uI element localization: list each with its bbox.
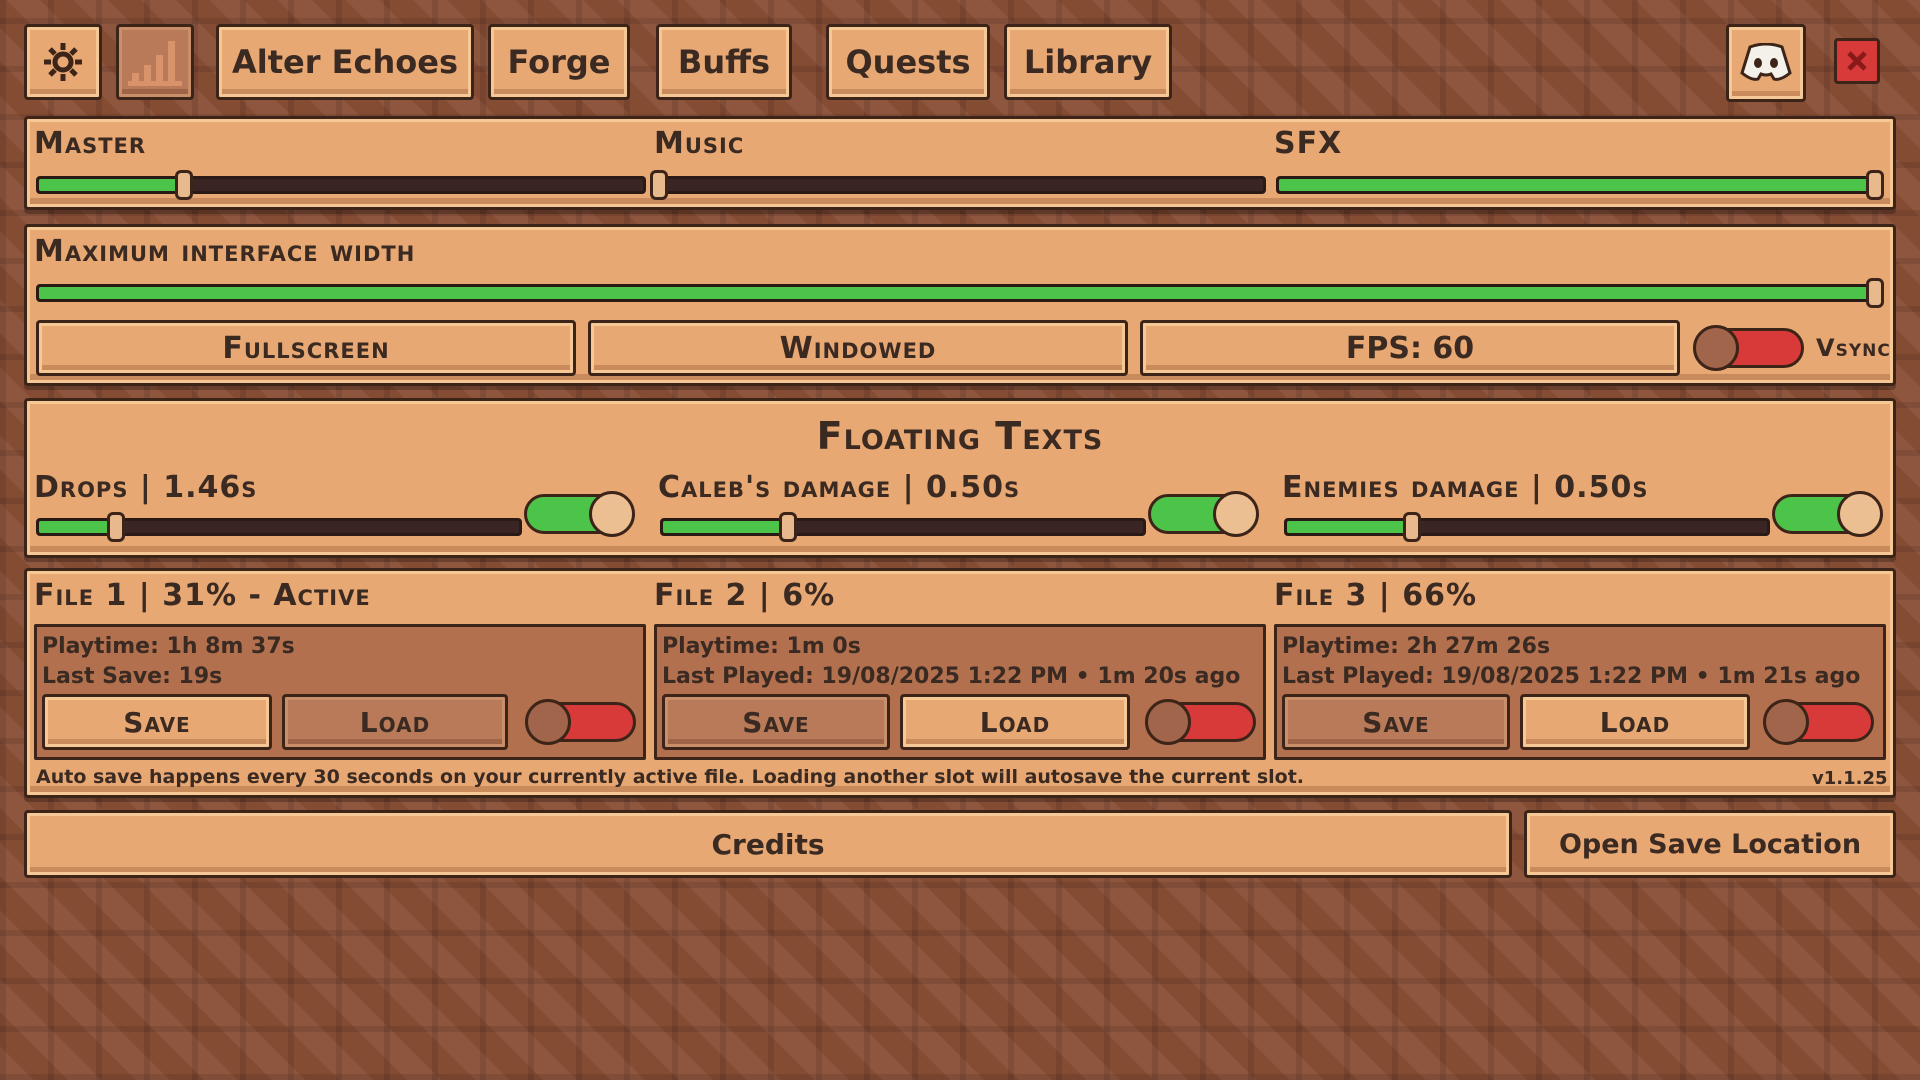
tab-library-label: Library [1023, 43, 1153, 81]
open-save-location-button[interactable]: Open Save Location [1524, 810, 1896, 878]
sfx-knob[interactable] [1866, 170, 1884, 200]
enemies-damage-label: Enemies damage | 0.50s [1282, 470, 1649, 505]
file-3-save-button[interactable]: Save [1282, 694, 1510, 750]
interface-width-knob[interactable] [1866, 278, 1884, 308]
file-2-load-button[interactable]: Load [900, 694, 1130, 750]
version-label: v1.1.25 [1812, 768, 1888, 789]
sfx-slider[interactable] [1276, 170, 1884, 200]
tab-forge[interactable]: Forge [488, 24, 630, 100]
caleb-damage-label: Caleb's damage | 0.50s [658, 470, 1021, 505]
file-1-playtime: Playtime: 1h 8m 37s [42, 634, 295, 659]
file-3-last-played: Last Played: 19/08/2025 1:22 PM • 1m 21s… [1282, 664, 1861, 689]
settings-button[interactable] [24, 24, 102, 100]
file-2-title: File 2 | 6% [654, 578, 836, 613]
file-3-title: File 3 | 66% [1274, 578, 1478, 613]
file-3-load-button[interactable]: Load [1520, 694, 1750, 750]
music-label: Music [654, 126, 745, 161]
file-2-toggle[interactable] [1145, 699, 1256, 745]
music-knob[interactable] [650, 170, 668, 200]
master-slider[interactable] [36, 170, 646, 200]
file-1-last-save: Last Save: 19s [42, 664, 223, 689]
caleb-damage-slider[interactable] [660, 512, 1146, 542]
caleb-damage-knob[interactable] [778, 512, 797, 542]
enemies-damage-fill [1287, 521, 1412, 533]
enemies-damage-toggle[interactable] [1772, 491, 1883, 537]
fps-button[interactable]: FPS: 60 [1140, 320, 1680, 376]
tab-library[interactable]: Library [1004, 24, 1172, 100]
floating-texts-title: Floating Texts [816, 414, 1104, 458]
caleb-damage-toggle-knob [1213, 491, 1259, 537]
file-2-playtime: Playtime: 1m 0s [662, 634, 861, 659]
file-1-save-button[interactable]: Save [42, 694, 272, 750]
file-1-title: File 1 | 31% - Active [34, 578, 371, 613]
gear-icon [44, 43, 82, 81]
fps-label: FPS: 60 [1345, 330, 1475, 366]
drops-label: Drops | 1.46s [34, 470, 258, 505]
file-1-load-button[interactable]: Load [282, 694, 508, 750]
file-1-load-label: Load [359, 705, 431, 739]
file-2-save-label: Save [742, 705, 810, 739]
drops-knob[interactable] [106, 512, 125, 542]
vsync-toggle[interactable] [1693, 325, 1804, 371]
vsync-label: Vsync [1816, 334, 1891, 362]
tab-alter-echoes-label: Alter Echoes [232, 43, 458, 81]
stats-bars-icon [128, 41, 182, 86]
drops-fill [39, 521, 116, 533]
vsync-toggle-knob [1693, 325, 1739, 371]
close-icon [1847, 51, 1867, 71]
file-2-toggle-knob [1145, 699, 1191, 745]
drops-toggle[interactable] [524, 491, 635, 537]
tab-forge-label: Forge [507, 43, 611, 81]
fullscreen-label: Fullscreen [222, 330, 390, 366]
interface-width-fill [39, 287, 1875, 299]
file-3-toggle[interactable] [1763, 699, 1874, 745]
caleb-damage-toggle[interactable] [1148, 491, 1259, 537]
tab-alter-echoes[interactable]: Alter Echoes [216, 24, 474, 100]
windowed-button[interactable]: Windowed [588, 320, 1128, 376]
file-3-toggle-knob [1763, 699, 1809, 745]
discord-button[interactable] [1726, 24, 1806, 102]
interface-width-label: Maximum interface width [34, 234, 416, 269]
file-2-last-played: Last Played: 19/08/2025 1:22 PM • 1m 20s… [662, 664, 1241, 689]
sfx-label: SFX [1274, 126, 1343, 161]
tab-buffs[interactable]: Buffs [656, 24, 792, 100]
master-fill [39, 179, 184, 191]
drops-slider[interactable] [36, 512, 522, 542]
tab-buffs-label: Buffs [677, 43, 771, 81]
fullscreen-button[interactable]: Fullscreen [36, 320, 576, 376]
credits-button[interactable]: Credits [24, 810, 1512, 878]
file-3-save-label: Save [1362, 705, 1430, 739]
enemies-damage-knob[interactable] [1402, 512, 1421, 542]
tab-quests-label: Quests [845, 43, 971, 81]
enemies-damage-slider[interactable] [1284, 512, 1770, 542]
open-save-location-label: Open Save Location [1558, 828, 1862, 860]
master-knob[interactable] [174, 170, 193, 200]
tab-quests[interactable]: Quests [826, 24, 990, 100]
autosave-note: Auto save happens every 30 seconds on yo… [36, 766, 1305, 788]
file-1-toggle[interactable] [525, 699, 636, 745]
file-2-load-label: Load [979, 705, 1051, 739]
stats-button[interactable] [116, 24, 194, 100]
file-1-toggle-knob [525, 699, 571, 745]
interface-width-slider[interactable] [36, 278, 1884, 308]
drops-toggle-knob [589, 491, 635, 537]
audio-panel [24, 116, 1896, 210]
enemies-damage-toggle-knob [1837, 491, 1883, 537]
file-2-save-button[interactable]: Save [662, 694, 890, 750]
music-slider[interactable] [650, 170, 1266, 200]
sfx-fill [1279, 179, 1875, 191]
master-label: Master [34, 126, 147, 161]
close-button[interactable] [1834, 38, 1880, 84]
file-3-load-label: Load [1599, 705, 1671, 739]
caleb-damage-fill [663, 521, 788, 533]
credits-label: Credits [711, 827, 825, 861]
file-1-save-label: Save [123, 705, 191, 739]
file-3-playtime: Playtime: 2h 27m 26s [1282, 634, 1551, 659]
windowed-label: Windowed [779, 330, 937, 366]
discord-icon [1740, 43, 1792, 81]
